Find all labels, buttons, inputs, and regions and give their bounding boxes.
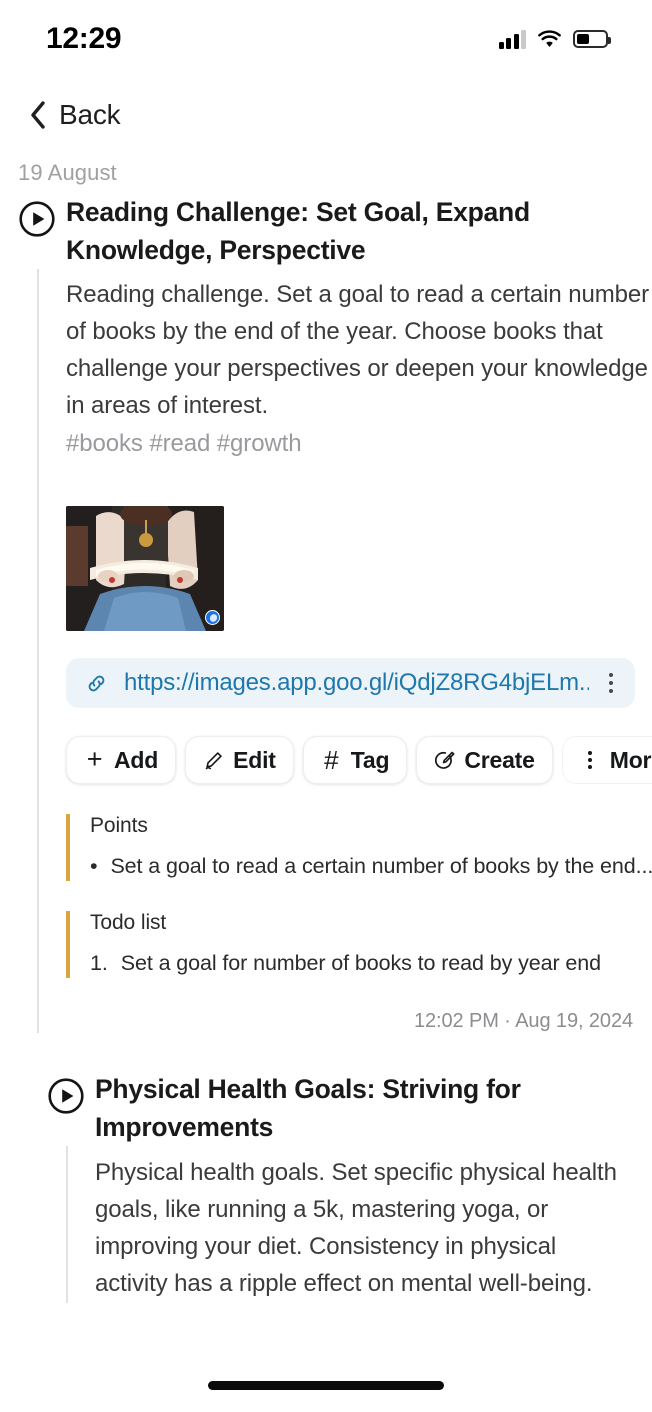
- todo-block: Todo list 1. Set a goal for number of bo…: [66, 911, 652, 979]
- entry-tags: #books #read #growth: [66, 430, 302, 458]
- list-item-text: Set a goal to read a certain number of b…: [110, 854, 652, 879]
- entry-header: Reading Challenge: Set Goal, Expand Know…: [18, 194, 652, 269]
- thumbnail-image: [66, 506, 224, 632]
- more-button-label: More: [609, 746, 652, 773]
- back-button[interactable]: Back: [28, 99, 121, 131]
- todo-block-title: Todo list: [90, 911, 167, 935]
- add-button[interactable]: + Add: [66, 736, 177, 785]
- phone-screen: 12:29 Back 19 August Reading Challenge: …: [0, 0, 652, 1412]
- plus-icon: +: [86, 744, 103, 775]
- todo-list: 1. Set a goal for number of books to rea…: [90, 949, 652, 978]
- create-button[interactable]: Create: [416, 736, 553, 785]
- add-button-label: Add: [114, 746, 159, 773]
- more-vertical-icon: [580, 750, 601, 771]
- entry-timestamp: 12:02 PM · Aug 19, 2024: [414, 1010, 633, 1033]
- battery-icon: [573, 30, 611, 48]
- more-vertical-icon[interactable]: [605, 669, 618, 698]
- create-circle-pen-icon: [434, 750, 455, 771]
- chevron-left-icon: [31, 101, 45, 129]
- entry-card[interactable]: Physical Health Goals: Striving for Impr…: [0, 1071, 652, 1304]
- date-header: 19 August: [18, 160, 117, 185]
- points-block: Points • Set a goal to read a certain nu…: [66, 814, 652, 882]
- edit-button[interactable]: Edit: [185, 736, 294, 785]
- status-bar-indicators: [498, 29, 611, 49]
- entry-description: Reading challenge. Set a goal to read a …: [66, 281, 649, 420]
- wifi-icon: [538, 29, 561, 47]
- pencil-icon: [203, 750, 224, 771]
- navigation-bar: Back: [0, 86, 652, 144]
- status-bar: 12:29: [0, 0, 652, 78]
- hash-icon: #: [324, 744, 339, 775]
- cellular-signal-icon: [498, 29, 526, 49]
- attachment-thumbnail[interactable]: [66, 506, 224, 632]
- entry-card[interactable]: Reading Challenge: Set Goal, Expand Know…: [0, 194, 652, 1034]
- entry-action-bar: + Add Edit # Tag Create Mor: [66, 736, 652, 785]
- play-circle-icon[interactable]: [47, 1077, 85, 1115]
- entry-body: Reading challenge. Set a goal to read a …: [18, 269, 652, 1034]
- list-item: • Set a goal to read a certain number of…: [90, 852, 652, 881]
- status-bar-clock: 12:29: [46, 22, 122, 55]
- thread-line: [37, 269, 39, 1034]
- attachment-link-url[interactable]: https://images.app.goo.gl/iQdjZ8RG4bjELm…: [124, 669, 589, 697]
- play-circle-icon[interactable]: [18, 200, 56, 238]
- more-button[interactable]: More: [561, 736, 652, 785]
- link-chain-icon: [88, 675, 105, 691]
- thread-line: [66, 1146, 68, 1304]
- list-item: 1. Set a goal for number of books to rea…: [90, 949, 652, 978]
- entry-title: Physical Health Goals: Striving for Impr…: [95, 1074, 521, 1142]
- tag-button[interactable]: # Tag: [302, 736, 408, 785]
- entries-feed: 19 August Reading Challenge: Set Goal, E…: [0, 160, 652, 1412]
- create-button-label: Create: [464, 746, 535, 773]
- entry-title: Reading Challenge: Set Goal, Expand Know…: [66, 197, 530, 265]
- entry-header: Physical Health Goals: Striving for Impr…: [47, 1071, 652, 1146]
- back-button-label: Back: [59, 99, 121, 130]
- number-marker: 1.: [90, 951, 108, 976]
- entry-description: Physical health goals. Set specific phys…: [95, 1159, 617, 1298]
- browser-badge-icon: [205, 610, 220, 626]
- list-item-text: Set a goal for number of books to read b…: [120, 951, 601, 976]
- edit-button-label: Edit: [233, 746, 276, 773]
- bullet-marker: •: [90, 854, 98, 879]
- points-list: • Set a goal to read a certain number of…: [90, 852, 652, 881]
- attachment-link-row[interactable]: https://images.app.goo.gl/iQdjZ8RG4bjELm…: [66, 658, 635, 709]
- entry-body: Physical health goals. Set specific phys…: [47, 1146, 652, 1304]
- home-indicator[interactable]: [208, 1381, 444, 1390]
- points-block-title: Points: [90, 814, 148, 838]
- tag-button-label: Tag: [350, 746, 390, 773]
